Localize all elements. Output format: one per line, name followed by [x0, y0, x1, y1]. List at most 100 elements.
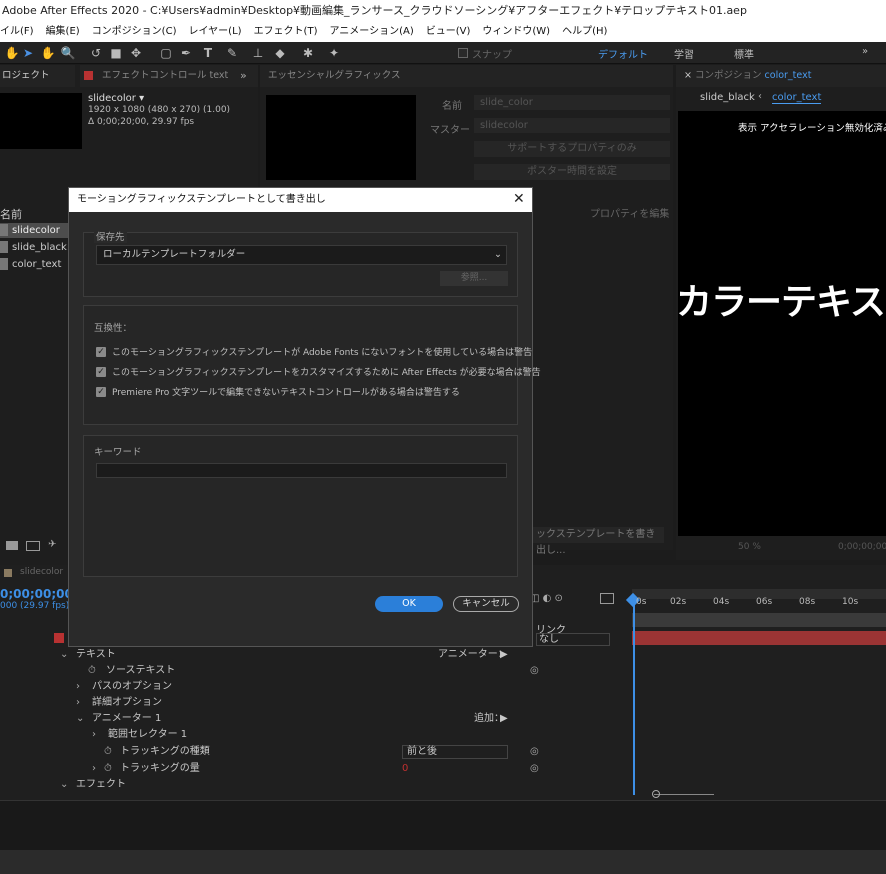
tracking-type-select[interactable]: 前と後: [402, 745, 508, 759]
workspace-standard[interactable]: 標準: [734, 46, 754, 61]
timecode[interactable]: 0;00;00;00: [0, 587, 73, 601]
chevron-down-icon[interactable]: ⌄: [60, 647, 68, 663]
keywords-input[interactable]: [96, 463, 507, 478]
breadcrumb-color-text[interactable]: color_text: [772, 92, 822, 104]
chevron-down-icon[interactable]: ⌄: [60, 777, 68, 787]
pickwhip-icon[interactable]: ◎: [530, 761, 539, 777]
timeline-row-more-options[interactable]: › 詳細オプション: [0, 695, 630, 711]
supported-properties-button[interactable]: サポートするプロパティのみ: [474, 141, 670, 157]
tab-effect-controls[interactable]: エフェクトコントロール text: [80, 65, 258, 87]
master-select[interactable]: slidecolor: [474, 118, 670, 133]
snap-checkbox[interactable]: [458, 48, 468, 58]
chevron-down-icon[interactable]: ⌄: [76, 711, 84, 727]
warn-adobe-fonts-checkbox[interactable]: ✓: [96, 347, 106, 357]
chevron-right-icon[interactable]: ›: [76, 695, 80, 711]
poster-time-button[interactable]: ポスター時間を設定: [474, 164, 670, 180]
chevron-right-icon[interactable]: ›: [92, 727, 96, 743]
pen-tool-icon[interactable]: ✒: [178, 45, 194, 61]
graph-editor-icon[interactable]: [600, 593, 614, 604]
tab-timeline[interactable]: slidecolor: [20, 567, 63, 577]
menu-composition[interactable]: コンポジション(C): [92, 26, 177, 37]
edit-properties-label[interactable]: プロパティを編集: [590, 205, 669, 220]
play-circle-icon[interactable]: ▶: [500, 647, 508, 663]
menu-animation[interactable]: アニメーション(A): [329, 26, 413, 37]
warn-after-effects-label[interactable]: このモーショングラフィックステンプレートをカスタマイズするために After E…: [112, 365, 541, 378]
roto-brush-icon[interactable]: ✱: [300, 45, 316, 61]
project-list-item[interactable]: slidecolor: [12, 225, 60, 236]
rectangle-tool-icon[interactable]: ▢: [158, 45, 174, 61]
dialog-close-icon[interactable]: ✕: [513, 191, 525, 207]
tab-essential-graphics[interactable]: エッセンシャルグラフィックス: [260, 65, 673, 87]
workspace-learn[interactable]: 学習: [674, 46, 694, 61]
ok-button[interactable]: OK: [375, 596, 443, 612]
hand-icon[interactable]: ✋: [4, 45, 20, 61]
pickwhip-icon[interactable]: ◎: [530, 744, 539, 760]
export-template-button[interactable]: ックステンプレートを書き出し...: [532, 527, 664, 556]
close-icon[interactable]: ×: [684, 70, 695, 81]
play-circle-icon[interactable]: ▶: [500, 711, 508, 727]
timeline-row-range-selector[interactable]: › 範囲セレクター 1: [0, 727, 630, 743]
warn-text-controls-checkbox[interactable]: ✓: [96, 387, 106, 397]
timeline-row-tracking-amount[interactable]: › ⏱ トラッキングの量 0 ◎: [0, 761, 630, 777]
project-item-name[interactable]: slidecolor ▾: [88, 93, 144, 104]
pickwhip-icon[interactable]: ◎: [530, 663, 539, 679]
hand-tool-icon[interactable]: ✋: [40, 45, 56, 61]
project-col-name[interactable]: 名前: [0, 206, 22, 222]
menu-file[interactable]: イル(F): [0, 26, 34, 37]
rotate-tool-icon[interactable]: ↺: [88, 45, 104, 61]
stopwatch-icon[interactable]: ⏱: [88, 663, 96, 679]
menu-help[interactable]: ヘルプ(H): [562, 26, 607, 37]
menu-view[interactable]: ビュー(V): [426, 26, 471, 37]
timeline-row-effects[interactable]: ⌄ エフェクト: [0, 777, 630, 787]
work-area-bar[interactable]: [632, 613, 886, 627]
chevron-right-icon[interactable]: ›: [92, 761, 96, 777]
puppet-tool-icon[interactable]: ✦: [326, 45, 342, 61]
render-icons[interactable]: ◫ ◐ ⊙: [530, 593, 563, 604]
stopwatch-icon[interactable]: ⏱: [104, 744, 112, 760]
timeline-row-text[interactable]: ⌄ テキスト アニメーター： ▶: [0, 647, 630, 663]
menu-window[interactable]: ウィンドウ(W): [482, 26, 550, 37]
timeline-row-tracking-type[interactable]: ⏱ トラッキングの種類 前と後 ◎: [0, 744, 630, 760]
warn-text-controls-label[interactable]: Premiere Pro 文字ツールで編集できないテキストコントロールがある場合…: [112, 385, 460, 398]
eraser-tool-icon[interactable]: ◆: [272, 45, 288, 61]
text-tool-icon[interactable]: T: [200, 45, 216, 61]
brush-tool-icon[interactable]: ✎: [224, 45, 240, 61]
workspace-more-icon[interactable]: »: [862, 46, 868, 57]
playhead[interactable]: [633, 595, 635, 795]
animator-add-label[interactable]: アニメーター：: [438, 647, 508, 663]
project-list-item[interactable]: slide_black: [12, 242, 67, 253]
menu-layer[interactable]: レイヤー(L): [188, 26, 241, 37]
stopwatch-icon[interactable]: ⏱: [104, 761, 112, 777]
new-comp-icon[interactable]: [26, 541, 40, 551]
save-location-select[interactable]: ローカルテンプレートフォルダー ⌄: [96, 245, 507, 265]
panel-more-icon[interactable]: »: [240, 69, 247, 82]
stamp-tool-icon[interactable]: ⊥: [250, 45, 266, 61]
cancel-button[interactable]: キャンセル: [453, 596, 519, 612]
timeline-row-source-text[interactable]: ⏱ ソーステキスト ◎: [0, 663, 630, 679]
workspace-default[interactable]: デフォルト: [598, 46, 648, 61]
tab-composition[interactable]: × コンポジション color_text: [676, 65, 886, 87]
name-input[interactable]: slide_color: [474, 95, 670, 110]
folder-icon[interactable]: [6, 541, 18, 550]
menu-effect[interactable]: エフェクト(T): [254, 26, 318, 37]
chevron-right-icon[interactable]: ›: [76, 679, 80, 695]
comp-time[interactable]: 0;00;00;00: [838, 542, 886, 552]
parent-select[interactable]: なし: [536, 633, 610, 646]
tab-project[interactable]: ロジェクト: [0, 65, 75, 87]
timeline-row-path-options[interactable]: › パスのオプション: [0, 679, 630, 695]
breadcrumb-slide-black[interactable]: slide_black: [700, 92, 755, 103]
timeline-row-animator[interactable]: ⌄ アニメーター 1 追加： ▶: [0, 711, 630, 727]
selection-tool-icon[interactable]: ➤: [20, 45, 36, 61]
zoom-level[interactable]: 50 %: [738, 542, 761, 552]
layer-duration-bar[interactable]: [632, 631, 886, 645]
project-list-item[interactable]: color_text: [12, 259, 61, 270]
pan-behind-icon[interactable]: ✥: [128, 45, 144, 61]
tracking-amount-value[interactable]: 0: [402, 761, 408, 777]
zoom-tool-icon[interactable]: 🔍: [60, 45, 76, 61]
warn-adobe-fonts-label[interactable]: このモーショングラフィックステンプレートが Adobe Fonts にないフォン…: [112, 345, 532, 358]
timeline-zoom-slider[interactable]: [634, 790, 886, 800]
trash-icon[interactable]: ✈: [48, 539, 56, 550]
browse-button[interactable]: 参照...: [440, 271, 508, 286]
camera-tool-icon[interactable]: ■: [108, 45, 124, 61]
warn-after-effects-checkbox[interactable]: ✓: [96, 367, 106, 377]
